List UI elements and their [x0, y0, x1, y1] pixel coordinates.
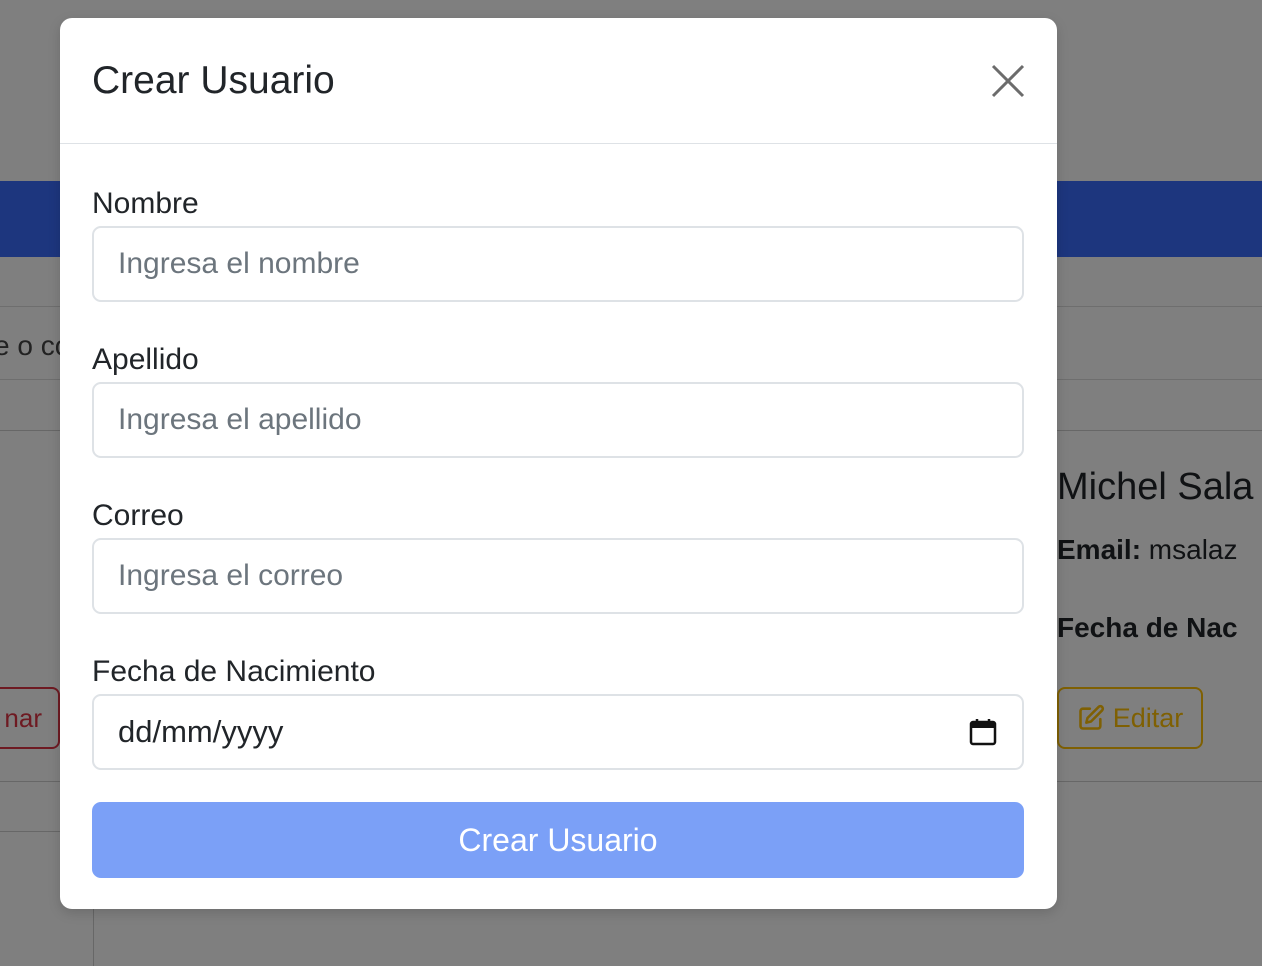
modal-title: Crear Usuario — [92, 58, 335, 102]
field-fecha: Fecha de Nacimiento dd/mm/yyyy — [92, 650, 1025, 770]
fecha-label: Fecha de Nacimiento — [92, 655, 376, 688]
create-user-modal: Crear Usuario Nombre Apellido Correo — [60, 18, 1057, 909]
modal-body: Nombre Apellido Correo Fecha de Nacimien… — [60, 144, 1057, 878]
field-nombre: Nombre — [92, 182, 1025, 302]
page: e o co nar Michel Sala Email: msalaz Fec… — [0, 0, 1262, 966]
nombre-input[interactable] — [92, 226, 1024, 302]
correo-input[interactable] — [92, 538, 1024, 614]
apellido-label: Apellido — [92, 343, 199, 376]
calendar-icon[interactable] — [968, 717, 998, 747]
modal-header: Crear Usuario — [60, 18, 1057, 144]
fecha-nacimiento-input[interactable]: dd/mm/yyyy — [92, 694, 1024, 770]
field-correo: Correo — [92, 494, 1025, 614]
apellido-input[interactable] — [92, 382, 1024, 458]
field-apellido: Apellido — [92, 338, 1025, 458]
nombre-label: Nombre — [92, 187, 199, 220]
create-user-button[interactable]: Crear Usuario — [92, 802, 1024, 878]
correo-label: Correo — [92, 499, 184, 532]
fecha-display: dd/mm/yyyy — [118, 714, 284, 749]
close-button[interactable] — [989, 62, 1027, 100]
close-icon — [991, 64, 1025, 97]
